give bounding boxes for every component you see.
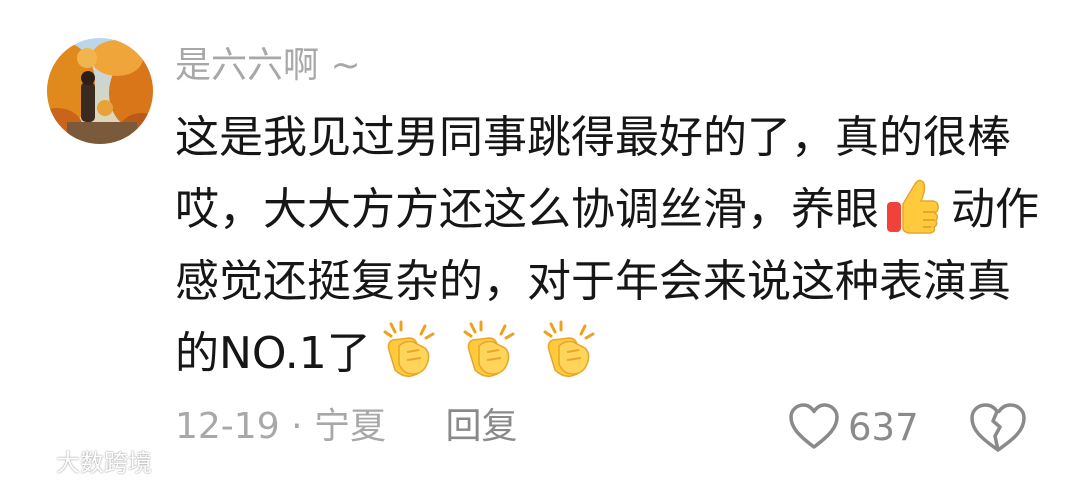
comment-date: 12-19 (175, 406, 280, 447)
like-count: 637 (848, 405, 919, 449)
clapping-hands-emoji-icon (383, 320, 435, 377)
username[interactable]: 是六六啊 ~ (175, 42, 361, 90)
comment-line: 动作 (951, 184, 1039, 235)
comment-text: 这是我见过男同事跳得最好的了，真的很棒 哎，大大方方还这么协调丝滑，养眼 动作 … (175, 102, 1045, 390)
comment-line: 感觉还挺复杂的，对于年会来说这种表演真 (175, 256, 1011, 307)
avatar-image (47, 38, 153, 144)
reply-button[interactable]: 回复 (445, 406, 517, 447)
thumbs-up-emoji-icon (887, 179, 939, 234)
comment-line: 哎，大大方方还这么协调丝滑，养眼 (175, 184, 879, 235)
meta-separator: · (291, 406, 303, 447)
broken-heart-icon (970, 403, 1026, 452)
comment-line: 的NO.1了 (175, 328, 371, 379)
heart-icon (789, 403, 839, 449)
comment-line-with-emoji: 哎，大大方方还这么协调丝滑，养眼 动作 (175, 174, 1045, 246)
avatar[interactable] (47, 38, 153, 144)
like-button[interactable]: 637 (788, 398, 919, 456)
watermark-logo-icon (9, 449, 48, 471)
watermark-text: 大数跨境 (56, 448, 152, 477)
comment-line-with-emoji: 的NO.1了 (175, 318, 1045, 390)
clapping-hands-emoji-icon (463, 320, 515, 377)
comment-location: 宁夏 (313, 406, 386, 447)
dislike-button[interactable] (968, 401, 1028, 455)
watermark: 大数跨境 (6, 442, 152, 478)
clapping-hands-emoji-icon (543, 320, 595, 377)
comment-meta: 12-19 · 宁夏 回复 (175, 402, 517, 452)
comment-line: 这是我见过男同事跳得最好的了，真的很棒 (175, 112, 1011, 163)
